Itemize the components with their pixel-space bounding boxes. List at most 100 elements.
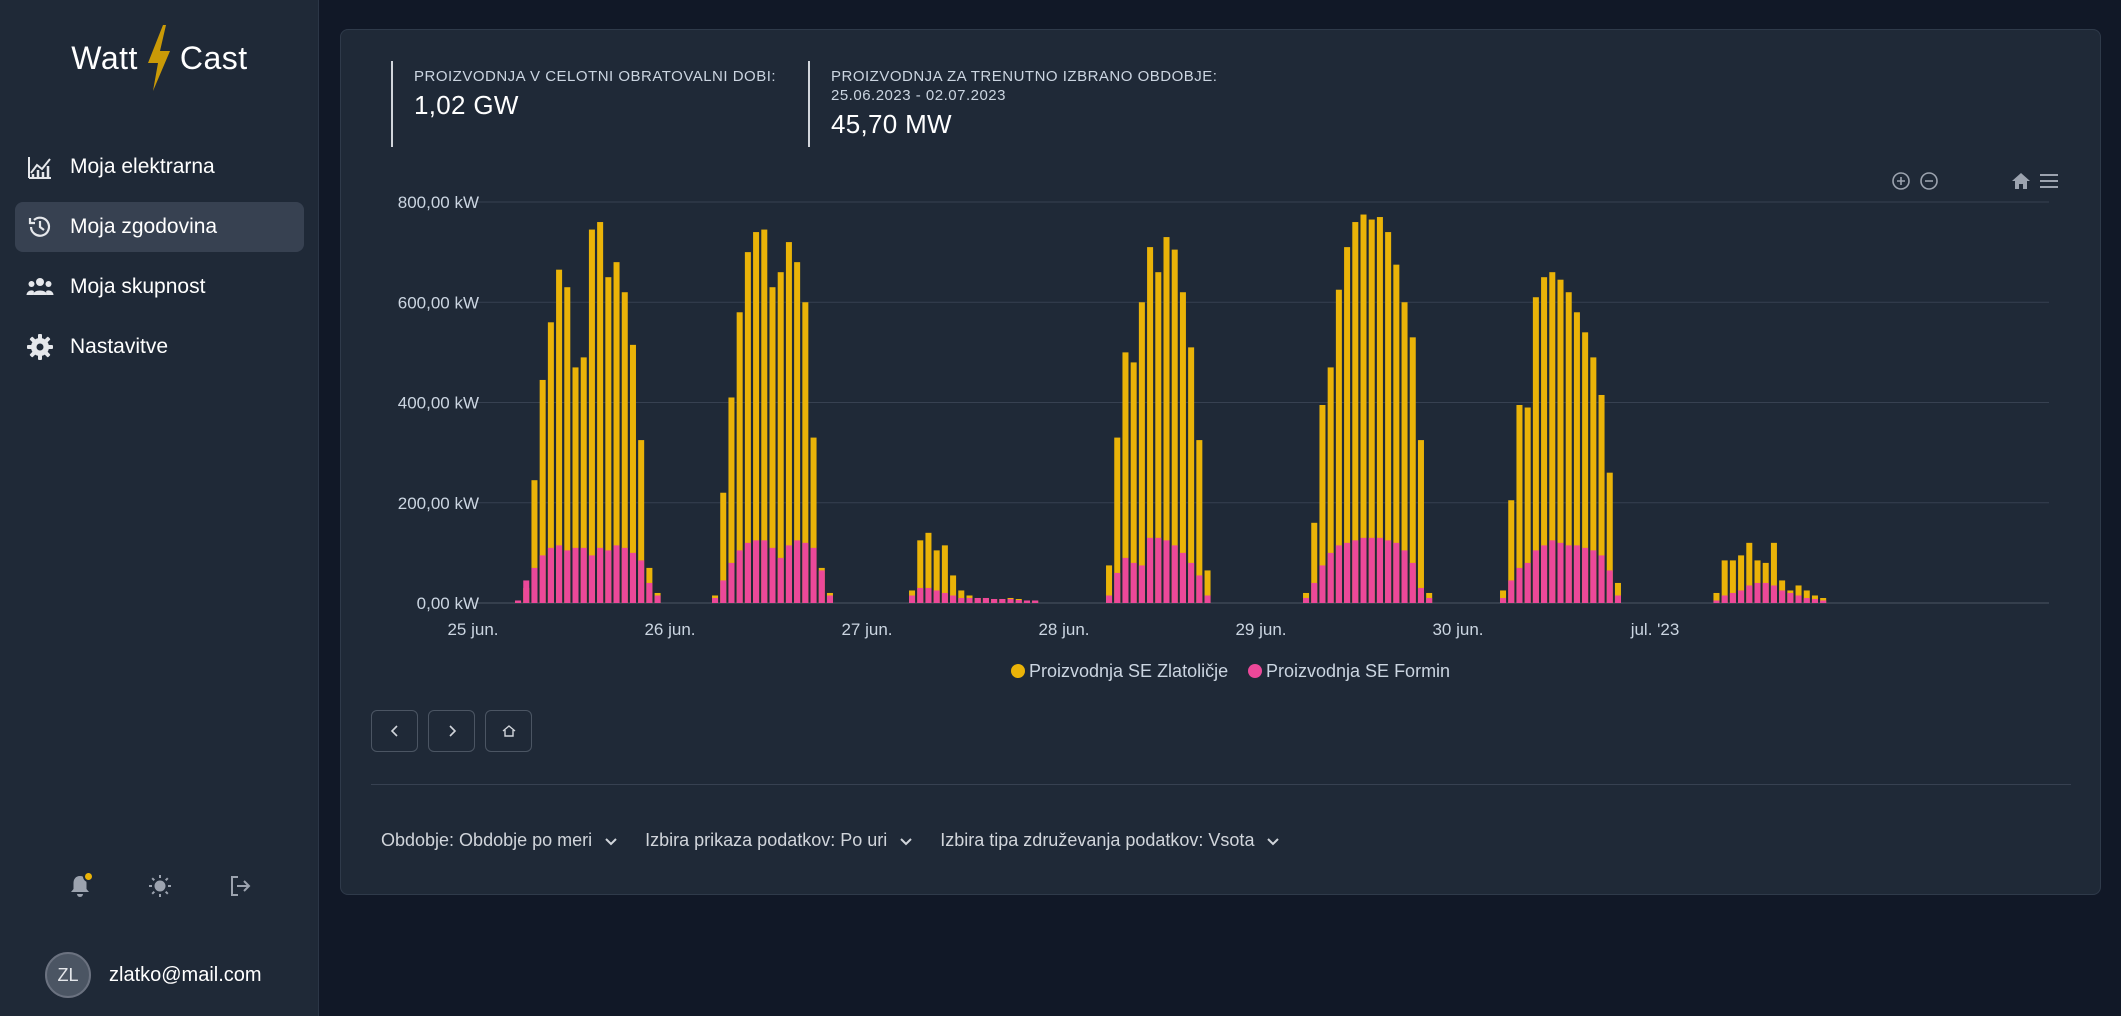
bar-formin [1196, 575, 1203, 603]
data-display-dropdown-label: Izbira prikaza podatkov: Po uri [645, 830, 888, 850]
bar-formin [1376, 537, 1383, 603]
bar-formin [1344, 542, 1351, 603]
bar-zlatolicje [588, 229, 595, 603]
bar-formin [941, 592, 948, 603]
bar-formin [1023, 600, 1030, 603]
x-tick-label: 28 jun. [1038, 620, 1089, 639]
bar-formin [588, 555, 595, 603]
bar-formin [1541, 545, 1548, 603]
logout-button[interactable] [220, 866, 260, 906]
bar-formin [1409, 562, 1416, 603]
bar-formin [1368, 537, 1375, 603]
notification-badge [83, 871, 94, 882]
bar-formin [1179, 552, 1186, 603]
bar-formin [1795, 595, 1802, 603]
data-display-dropdown[interactable]: Izbira prikaza podatkov: Po uri [645, 830, 915, 851]
bar-formin [1335, 545, 1342, 603]
bar-formin [999, 598, 1006, 603]
next-period-button[interactable] [428, 710, 475, 752]
app-logo[interactable]: Watt Cast [0, 22, 319, 94]
bar-formin [523, 580, 530, 603]
bar-formin [769, 547, 776, 603]
bar-formin [712, 597, 719, 603]
sidebar-item-label: Moja zgodovina [70, 215, 218, 238]
x-tick-label: 25 jun. [447, 620, 498, 639]
x-tick-label: 30 jun. [1432, 620, 1483, 639]
sidebar-item-nastavitve[interactable]: Nastavitve [15, 322, 304, 372]
bar-zlatolicje [1138, 302, 1145, 603]
sidebar-item-moja-zgodovina[interactable]: Moja zgodovina [15, 202, 304, 252]
sidebar-item-label: Moja skupnost [70, 275, 206, 298]
bar-formin [1122, 557, 1129, 603]
period-dropdown[interactable]: Obdobje: Obdobje po meri [381, 830, 620, 851]
bar-formin [1500, 597, 1507, 603]
aggregation-dropdown[interactable]: Izbira tipa združevanja podatkov: Vsota [940, 830, 1282, 851]
logo-text-right: Cast [179, 39, 248, 76]
bar-formin [597, 547, 604, 603]
theme-toggle-button[interactable] [140, 866, 180, 906]
sidebar-item-moja-skupnost[interactable]: Moja skupnost [15, 262, 304, 312]
bar-formin [1557, 542, 1564, 603]
bar-formin [531, 567, 538, 603]
bar-formin [1319, 565, 1326, 603]
bar-formin [1590, 550, 1597, 603]
sun-icon [149, 875, 171, 897]
bar-formin [621, 547, 628, 603]
bar-formin [605, 550, 612, 603]
current-period-button[interactable] [485, 710, 532, 752]
bar-formin [728, 562, 735, 603]
bar-formin [1401, 550, 1408, 603]
x-tick-label: 29 jun. [1235, 620, 1286, 639]
filter-bar: Obdobje: Obdobje po meri Izbira prikaza … [381, 830, 1282, 851]
bar-formin [1598, 555, 1605, 603]
bar-formin [1360, 537, 1367, 603]
bar-formin [1565, 545, 1572, 603]
bar-formin [1779, 590, 1786, 603]
bar-formin [1385, 540, 1392, 603]
bar-formin [646, 582, 653, 603]
bar-formin [1762, 582, 1769, 603]
bar-formin [1426, 597, 1433, 603]
bar-formin [1573, 545, 1580, 603]
history-icon [25, 212, 55, 242]
gear-icon [25, 332, 55, 362]
bar-formin [1188, 562, 1195, 603]
bar-formin [515, 600, 522, 603]
user-email: zlatko@mail.com [109, 963, 262, 986]
lightning-bolt-icon [147, 25, 170, 91]
bar-formin [1516, 567, 1523, 603]
x-tick-label: 26 jun. [644, 620, 695, 639]
bar-formin [966, 597, 973, 603]
bar-formin [564, 550, 571, 603]
bar-zlatolicje [1417, 440, 1424, 603]
bar-formin [1393, 542, 1400, 603]
bar-formin [572, 547, 579, 603]
bar-formin [1311, 582, 1318, 603]
user-profile[interactable]: ZL zlatko@mail.com [45, 952, 262, 998]
avatar: ZL [45, 952, 91, 998]
bar-formin [1163, 540, 1170, 603]
bar-formin [539, 555, 546, 603]
bar-formin [1508, 580, 1515, 603]
group-icon [25, 272, 55, 302]
logo-text-left: Watt [71, 39, 138, 76]
logout-icon [231, 876, 251, 896]
sidebar-item-label: Moja elektrarna [70, 155, 215, 178]
bar-formin [1713, 600, 1720, 603]
bar-formin [1032, 600, 1039, 603]
sidebar-item-label: Nastavitve [70, 335, 169, 358]
bar-formin [547, 547, 554, 603]
bar-formin [736, 550, 743, 603]
bar-formin [1754, 582, 1761, 603]
bar-formin [1007, 598, 1014, 603]
divider [371, 784, 2071, 785]
notifications-button[interactable] [60, 866, 100, 906]
bar-formin [974, 597, 981, 603]
bar-zlatolicje [777, 272, 784, 603]
legend-label: Proizvodnja SE Formin [1266, 661, 1450, 681]
sidebar-item-moja-elektrarna[interactable]: Moja elektrarna [15, 142, 304, 192]
legend-marker [1011, 664, 1025, 678]
bar-formin [802, 542, 809, 603]
previous-period-button[interactable] [371, 710, 418, 752]
bar-formin [1524, 562, 1531, 603]
